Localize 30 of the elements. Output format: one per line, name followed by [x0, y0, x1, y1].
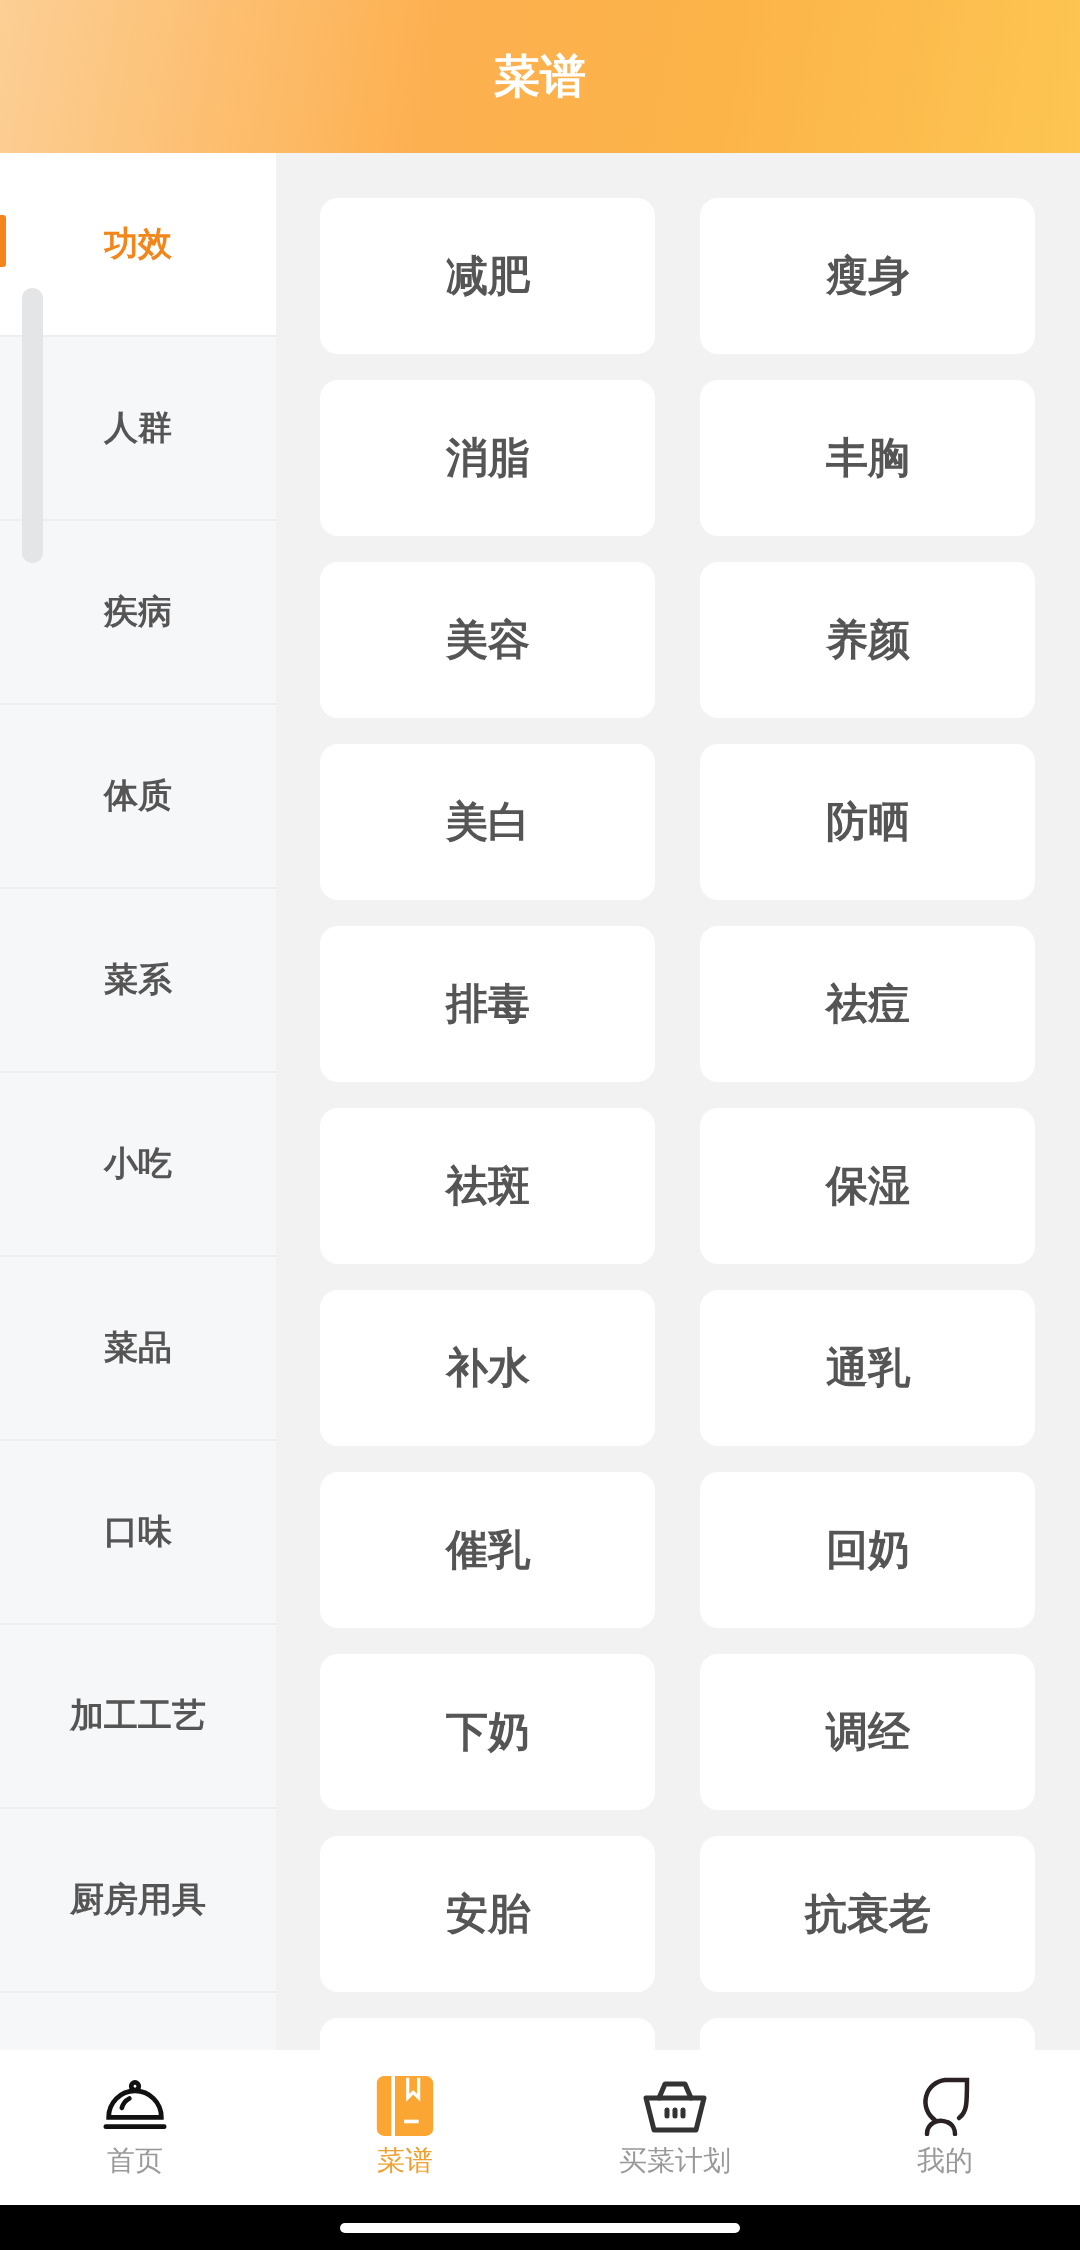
tag-button[interactable]: 消脂: [320, 380, 655, 536]
category-item[interactable]: 小吃: [0, 1073, 276, 1257]
tag-button[interactable]: 减肥: [320, 198, 655, 354]
tag-button[interactable]: 排毒: [320, 926, 655, 1082]
tag-button[interactable]: 下奶: [320, 1654, 655, 1810]
tag-button[interactable]: 催乳: [320, 1472, 655, 1628]
tag-button[interactable]: 瘦身: [700, 198, 1035, 354]
category-item[interactable]: 体质: [0, 705, 276, 889]
tag-button[interactable]: 祛斑: [320, 1108, 655, 1264]
tag-button[interactable]: 补水: [320, 1290, 655, 1446]
tag-button[interactable]: 祛痘: [700, 926, 1035, 1082]
tag-button[interactable]: 养颜: [700, 562, 1035, 718]
tag-button[interactable]: 通乳: [700, 1290, 1035, 1446]
tag-button[interactable]: 安胎: [320, 1836, 655, 1992]
tag-button[interactable]: 调经: [700, 1654, 1035, 1810]
tag-button[interactable]: 抗衰老: [700, 1836, 1035, 1992]
tag-button[interactable]: 美白: [320, 744, 655, 900]
tag-button[interactable]: 美容: [320, 562, 655, 718]
tag-button[interactable]: 回奶: [700, 1472, 1035, 1628]
home-indicator[interactable]: [340, 2222, 740, 2233]
tag-button[interactable]: 防晒: [700, 744, 1035, 900]
category-item[interactable]: 口味: [0, 1441, 276, 1625]
tag-button[interactable]: 丰胸: [700, 380, 1035, 536]
category-item[interactable]: 菜品: [0, 1257, 276, 1441]
page-title: 菜谱: [494, 47, 586, 105]
category-item[interactable]: 菜系: [0, 889, 276, 1073]
tag-button[interactable]: 保湿: [700, 1108, 1035, 1264]
category-item[interactable]: 厨房用具: [0, 1809, 276, 1993]
scrollbar[interactable]: [22, 288, 43, 563]
category-item[interactable]: 加工工艺: [0, 1625, 276, 1809]
